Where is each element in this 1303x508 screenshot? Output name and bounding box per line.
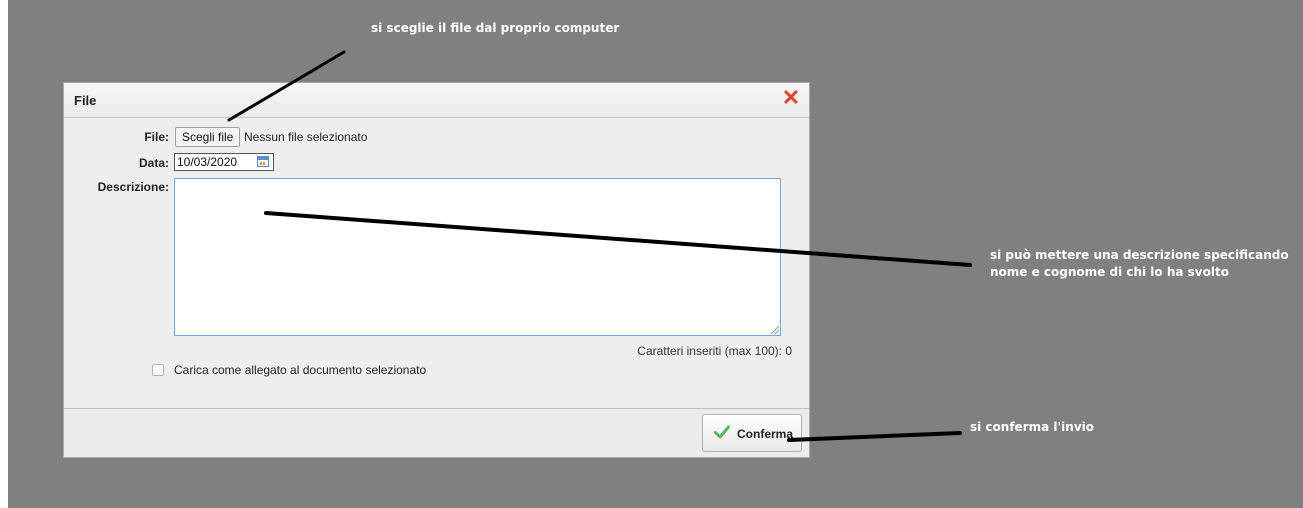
choose-file-button[interactable]: Scegli file [175, 127, 241, 147]
attach-checkbox[interactable] [152, 364, 164, 376]
confirm-button[interactable]: Conferma [702, 414, 802, 452]
file-dialog: File ✕ File: Scegli file Nessun file sel… [63, 82, 810, 458]
dialog-titlebar: File ✕ [64, 83, 809, 118]
description-textarea[interactable] [174, 178, 781, 336]
annotation-confirm: si conferma l'invio [970, 420, 1095, 434]
dialog-title: File [74, 93, 97, 108]
confirm-button-label: Conferma [737, 427, 794, 441]
checkmark-icon [714, 425, 730, 439]
close-icon[interactable]: ✕ [781, 87, 801, 109]
dialog-footer: Conferma [64, 408, 809, 457]
calendar-icon[interactable] [257, 156, 269, 167]
file-label: File: [144, 130, 169, 144]
attach-checkbox-label: Carica come allegato al documento selezi… [174, 363, 427, 377]
date-label: Data: [138, 156, 169, 170]
annotation-description: si può mettere una descrizione specifica… [990, 248, 1289, 279]
annotation-choose-file: si sceglie il file dal proprio computer [371, 21, 620, 35]
character-counter: Caratteri inseriti (max 100): 0 [637, 344, 792, 358]
file-status-text: Nessun file selezionato [244, 130, 368, 144]
description-label: Descrizione: [97, 180, 169, 194]
resize-handle-icon[interactable] [771, 326, 779, 334]
date-input[interactable]: 10/03/2020 [174, 153, 274, 171]
date-value: 10/03/2020 [177, 155, 238, 169]
